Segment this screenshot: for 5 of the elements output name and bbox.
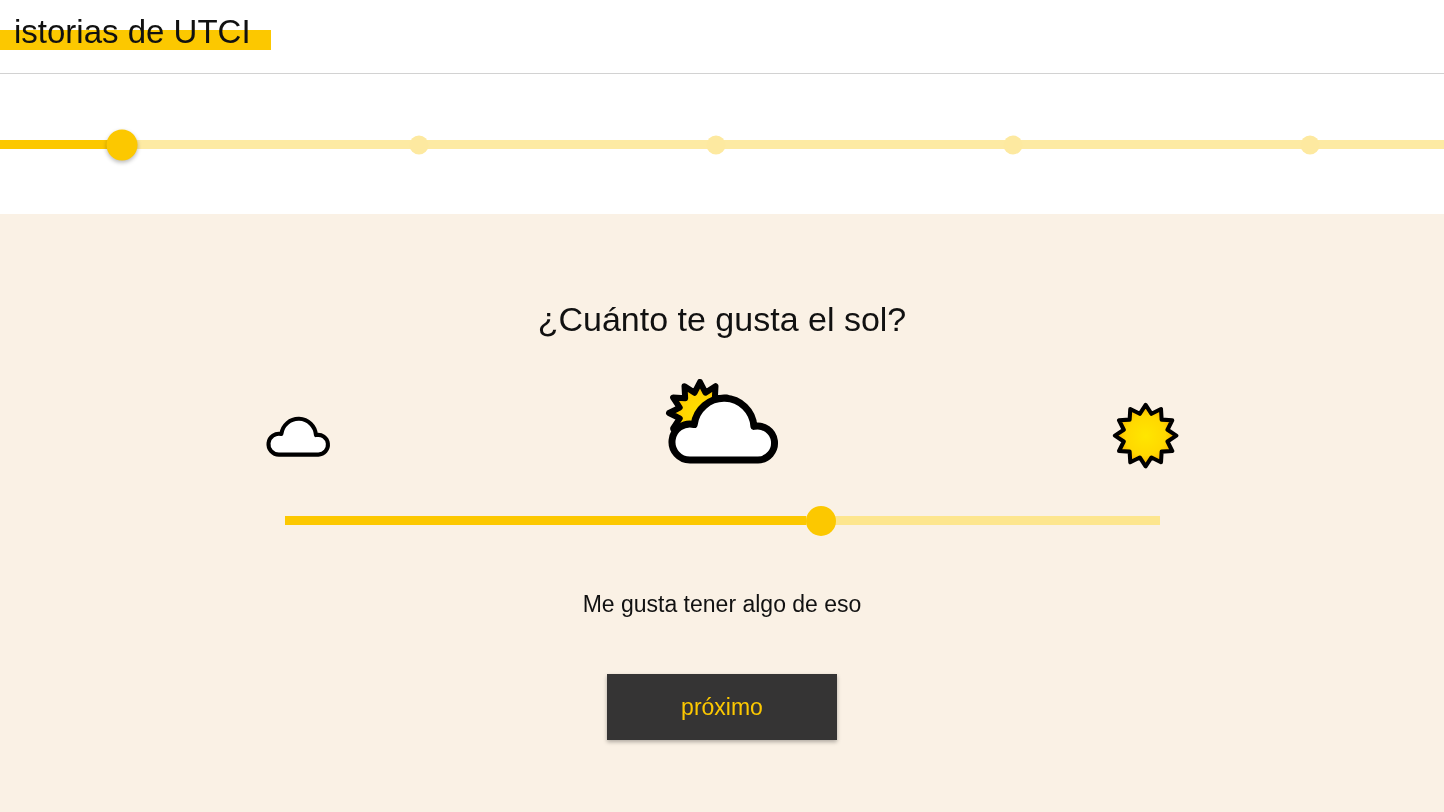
answer-label: Me gusta tener algo de eso [582, 590, 862, 618]
slider-thumb[interactable] [805, 505, 836, 536]
current-step-handle[interactable] [106, 129, 138, 160]
next-button[interactable]: próximo [607, 674, 837, 740]
question-title: ¿Cuánto te gusta el sol? [537, 299, 907, 340]
